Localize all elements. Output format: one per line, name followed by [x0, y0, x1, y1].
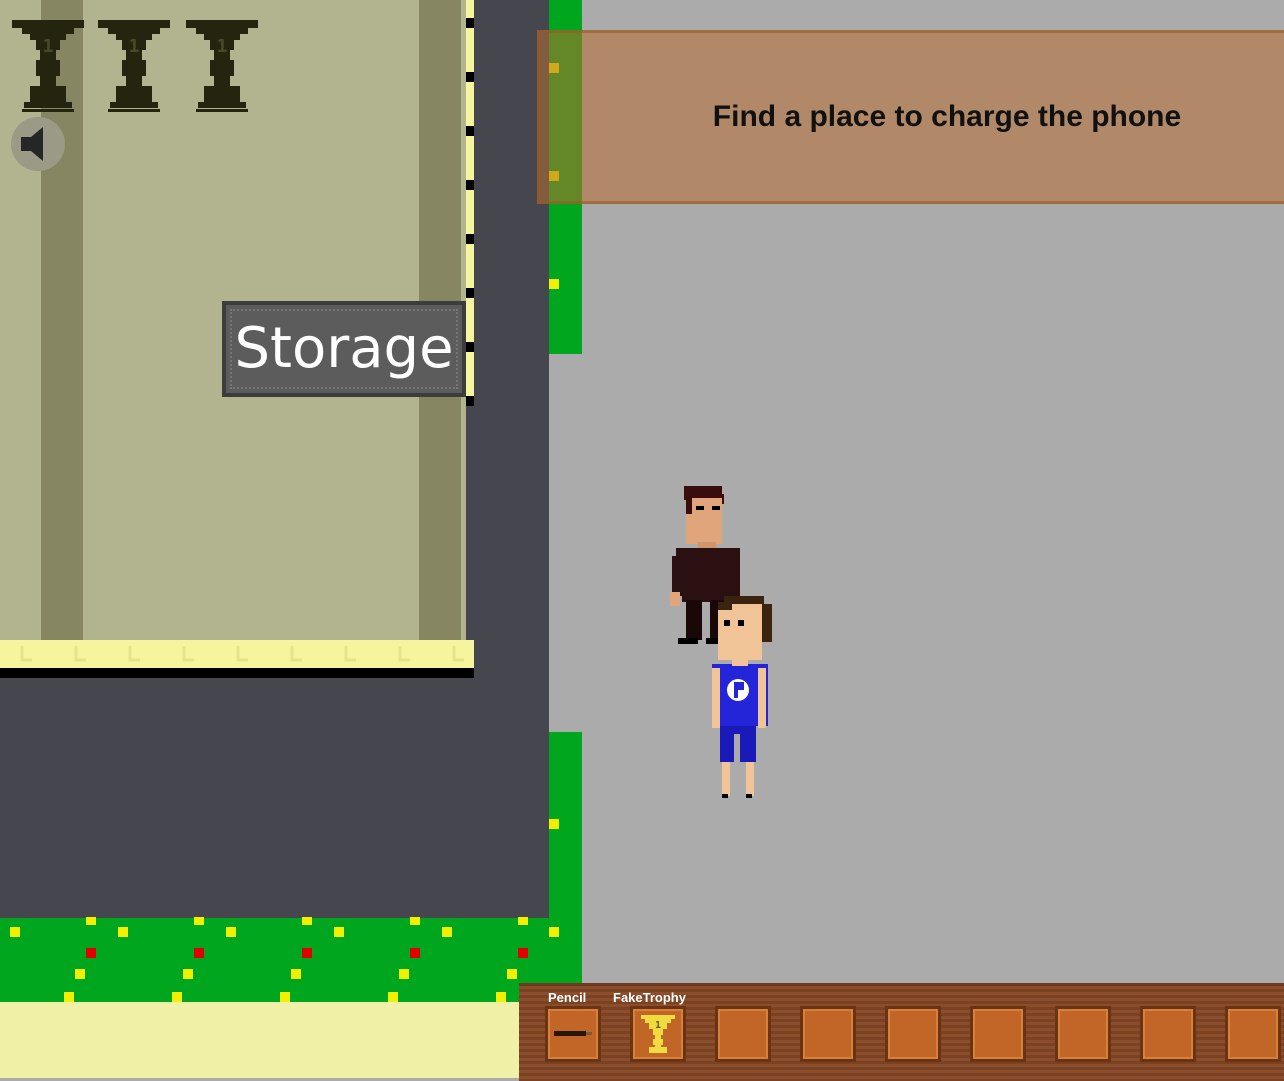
trophy-number: 1 [129, 36, 140, 57]
trophy-icon: 1 [186, 20, 258, 112]
storage-sign: Storage [222, 301, 466, 397]
trophy-icon: 1 [98, 20, 170, 112]
inventory-slot-pencil[interactable] [545, 1006, 601, 1062]
inventory-slot-empty[interactable] [1140, 1006, 1196, 1062]
inventory-slot-label: Pencil [548, 990, 587, 1005]
inventory-slot-label: FakeTrophy [613, 990, 686, 1005]
building-wall-dashes [466, 18, 474, 406]
inventory-slot-faketrophy[interactable]: 1 [630, 1006, 686, 1062]
inventory-slot-empty[interactable] [1055, 1006, 1111, 1062]
trophy-icon: 1 [12, 20, 84, 112]
trophy-icon: 1 [641, 1015, 675, 1053]
building-wall-bottom-pattern [20, 646, 464, 662]
inventory-slot-empty[interactable] [1225, 1006, 1281, 1062]
sound-toggle-button[interactable] [11, 117, 65, 171]
player-character[interactable] [708, 594, 774, 802]
objective-text: Find a place to charge the phone [712, 100, 1182, 133]
inventory-slot-empty[interactable] [885, 1006, 941, 1062]
sand-area [0, 1002, 520, 1078]
inventory-bar: Pencil FakeTrophy 1 [519, 983, 1284, 1081]
objective-banner: Find a place to charge the phone [537, 30, 1284, 204]
inventory-slot-empty[interactable] [970, 1006, 1026, 1062]
pencil-icon [554, 1031, 592, 1036]
trophy-number: 1 [217, 36, 228, 57]
inventory-slot-empty[interactable] [800, 1006, 856, 1062]
inventory-slot-empty[interactable] [715, 1006, 771, 1062]
trophy-number: 1 [43, 36, 54, 57]
storage-sign-label: Storage [234, 316, 454, 381]
speaker-muted-icon [21, 127, 43, 161]
building-baseboard [0, 668, 474, 678]
trophy-number: 1 [655, 1020, 661, 1031]
